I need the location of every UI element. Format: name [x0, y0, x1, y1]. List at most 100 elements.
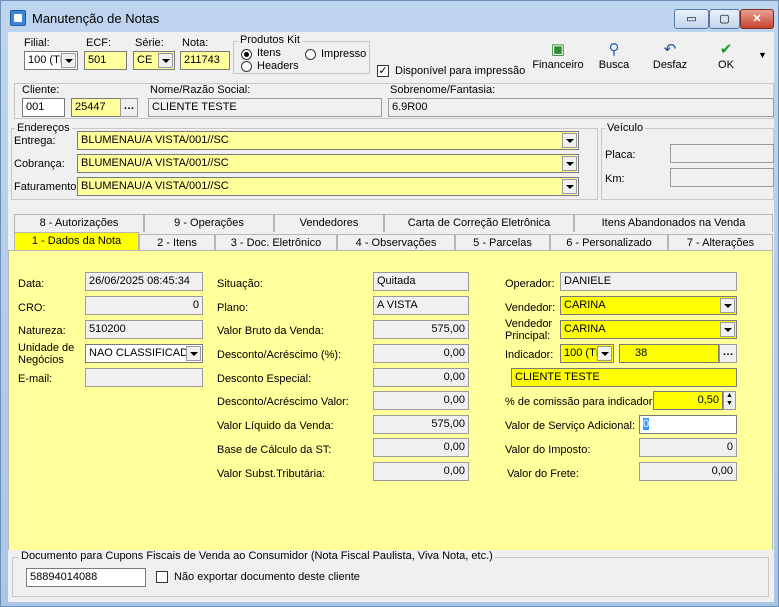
ok-button[interactable]: ✔ OK [696, 41, 756, 71]
tab-operacoes[interactable]: 9 - Operações [144, 214, 274, 232]
indicador-search-button[interactable]: … [719, 344, 737, 363]
subst-field: 0,00 [373, 462, 469, 481]
serie-select[interactable]: CE [133, 51, 175, 70]
cliente-search-button[interactable]: … [120, 98, 138, 117]
placa-field[interactable] [670, 144, 774, 163]
faturamento-label: Faturamento: [14, 181, 80, 193]
imposto-field: 0 [639, 438, 737, 457]
comissao-field[interactable]: 0,50 [653, 391, 723, 410]
cliente-filial-field[interactable]: 001 [22, 98, 65, 117]
itens-radio[interactable] [241, 49, 252, 60]
tab-vendedores[interactable]: Vendedores [274, 214, 384, 232]
vendedor-label: Vendedor: [505, 302, 556, 314]
title-bar: Manutenção de Notas ▭ ▢ ✕ [1, 1, 778, 31]
filial-label: Filial: [24, 37, 50, 49]
chevron-down-icon [61, 53, 76, 68]
enderecos-label: Endereços [15, 122, 72, 134]
main-window: Manutenção de Notas ▭ ▢ ✕ Filial: 100 (T… [0, 0, 779, 607]
tab-dados-da-nota[interactable]: 1 - Dados da Nota [14, 232, 139, 252]
desconto-especial-field: 0,00 [373, 368, 469, 387]
fantasia-label: Sobrenome/Fantasia: [390, 84, 496, 96]
filial-select[interactable]: 100 (TI [24, 51, 78, 70]
headers-radio-label: Headers [257, 60, 299, 72]
desfaz-button[interactable]: ↶ Desfaz [640, 41, 700, 71]
busca-button[interactable]: ⚲ Busca [584, 41, 644, 71]
entrega-select[interactable]: BLUMENAU/A VISTA/001//SC [77, 131, 579, 150]
impresso-radio-label: Impresso [321, 48, 367, 60]
data-label: Data: [18, 278, 45, 290]
disponivel-checkbox[interactable]: ✓ [377, 65, 389, 77]
tab-autorizacoes[interactable]: 8 - Autorizações [14, 214, 144, 232]
plano-label: Plano: [217, 302, 249, 314]
unidade-select[interactable]: NAO CLASSIFICADO [85, 344, 203, 363]
indicador-codigo-field[interactable]: 38 [619, 344, 719, 363]
desconto-pct-label: Desconto/Acréscimo (%): [217, 349, 342, 361]
comissao-label: % de comissão para indicador: [505, 396, 656, 408]
headers-radio[interactable] [241, 61, 252, 72]
frete-field: 0,00 [639, 462, 737, 481]
ecf-field[interactable]: 501 [84, 51, 127, 70]
nota-label: Nota: [182, 37, 209, 49]
cliente-label: Cliente: [22, 84, 60, 96]
valor-bruto-label: Valor Bruto da Venda: [217, 325, 324, 337]
financeiro-button[interactable]: ▣ Financeiro [528, 41, 588, 71]
chevron-down-icon [562, 133, 577, 148]
cupom-documento-field[interactable]: 58894014088 [26, 568, 146, 587]
indicador-label: Indicador: [505, 349, 554, 361]
desconto-pct-field: 0,00 [373, 344, 469, 363]
desconto-valor-field: 0,00 [373, 391, 469, 410]
checkmark-icon: ✔ [719, 41, 733, 58]
disponivel-label: Disponível para impressão [395, 65, 526, 77]
situacao-field: Quitada [373, 272, 469, 291]
veiculo-label: Veículo [605, 122, 646, 134]
chevron-down-icon [562, 179, 577, 194]
base-st-label: Base de Cálculo da ST: [217, 444, 332, 456]
servico-field[interactable]: 0 [639, 415, 737, 434]
placa-label: Placa: [605, 149, 636, 161]
entrega-label: Entrega: [14, 135, 56, 147]
natureza-field: 510200 [85, 320, 203, 339]
nota-field[interactable]: 211743 [180, 51, 230, 70]
cliente-codigo-field[interactable]: 25447 [71, 98, 124, 117]
dados-da-nota-panel: Data: 26/06/2025 08:45:34 CRO: 0 Naturez… [8, 250, 773, 599]
faturamento-select[interactable]: BLUMENAU/A VISTA/001//SC [77, 177, 579, 196]
desconto-valor-label: Desconto/Acréscimo Valor: [217, 396, 349, 408]
chevron-down-icon [720, 322, 735, 337]
indicador-filial-select[interactable]: 100 (TI [560, 344, 614, 363]
vendedor-principal-select[interactable]: CARINA [560, 320, 737, 339]
undo-icon: ↶ [663, 41, 677, 58]
km-label: Km: [605, 173, 625, 185]
serie-label: Série: [135, 37, 164, 49]
chevron-down-icon [720, 298, 735, 313]
valor-liquido-field: 575,00 [373, 415, 469, 434]
minimize-button[interactable]: ▭ [674, 9, 709, 29]
razao-social-label: Nome/Razão Social: [150, 84, 251, 96]
produtos-kit-label: Produtos Kit [238, 34, 302, 46]
cupom-section: Documento para Cupons Fiscais de Venda a… [8, 550, 773, 600]
nao-exportar-checkbox[interactable] [156, 571, 168, 583]
fantasia-field: 6.9R00 [388, 98, 774, 117]
email-field [85, 368, 203, 387]
tab-carta-correcao[interactable]: Carta de Correção Eletrônica [384, 214, 574, 232]
tab-itens-abandonados[interactable]: Itens Abandonados na Venda [574, 214, 773, 232]
valor-bruto-field: 575,00 [373, 320, 469, 339]
cobranca-select[interactable]: BLUMENAU/A VISTA/001//SC [77, 154, 579, 173]
km-field[interactable] [670, 168, 774, 187]
razao-social-field: CLIENTE TESTE [148, 98, 382, 117]
toolbar-menu-arrow-icon[interactable]: ▼ [758, 50, 767, 60]
close-button[interactable]: ✕ [740, 9, 774, 29]
comissao-spinner[interactable]: ▲ ▼ [723, 391, 736, 410]
veiculo-group [601, 128, 774, 200]
impresso-radio[interactable] [305, 49, 316, 60]
unidade-label: Unidade de Negócios [18, 342, 75, 366]
money-icon: ▣ [550, 41, 566, 58]
vendedor-select[interactable]: CARINA [560, 296, 737, 315]
nao-exportar-label: Não exportar documento deste cliente [174, 571, 360, 583]
maximize-button[interactable]: ▢ [709, 9, 740, 29]
frete-label: Valor do Frete: [507, 468, 579, 480]
data-field: 26/06/2025 08:45:34 [85, 272, 203, 291]
window-title: Manutenção de Notas [32, 11, 160, 26]
itens-radio-label: Itens [257, 47, 281, 59]
indicador-nome-field: CLIENTE TESTE [511, 368, 737, 387]
valor-liquido-label: Valor Líquido da Venda: [217, 420, 334, 432]
